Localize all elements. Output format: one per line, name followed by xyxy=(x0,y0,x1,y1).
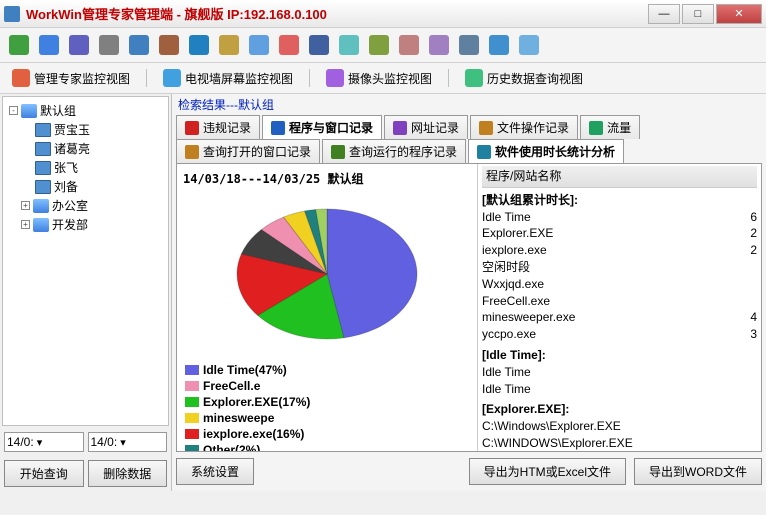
toolbar-icon-11[interactable] xyxy=(336,32,362,58)
toolbar-icon-5[interactable] xyxy=(156,32,182,58)
pie-chart xyxy=(181,189,473,359)
date-to[interactable]: 14/0: ▾ xyxy=(88,432,168,452)
tree-computer[interactable]: 张飞 xyxy=(7,158,164,177)
toolbar-icon-15[interactable] xyxy=(456,32,482,58)
left-panel: -默认组贾宝玉诸葛亮张飞刘备+办公室+开发部 14/0: ▾ 14/0: ▾ 开… xyxy=(0,94,172,491)
toolbar-icon-10[interactable] xyxy=(306,32,332,58)
legend-item: Explorer.EXE(17%) xyxy=(185,395,325,409)
system-settings-button[interactable]: 系统设置 xyxy=(176,458,254,485)
main-toolbar xyxy=(0,28,766,63)
list-row[interactable]: C:\Windows\Explorer.EXE xyxy=(482,418,757,435)
chart-title: 14/03/18---14/03/25 默认组 xyxy=(181,168,473,189)
tree-group[interactable]: +开发部 xyxy=(7,215,164,234)
view-navbar: 管理专家监控视图电视墙屏幕监控视图摄像头监控视图历史数据查询视图 xyxy=(0,63,766,94)
list-row[interactable]: yccpo.exe3 xyxy=(482,326,757,343)
tab-tabs2-1[interactable]: 查询运行的程序记录 xyxy=(322,139,466,163)
tree-root[interactable]: -默认组 xyxy=(7,101,164,120)
list-row[interactable]: minesweeper.exe4 xyxy=(482,309,757,326)
legend-item: FreeCell.e xyxy=(185,379,325,393)
list-section-title: [Explorer.EXE]: xyxy=(482,401,757,418)
bottom-buttons: 系统设置 导出为HTM或Excel文件 导出到WORD文件 xyxy=(172,452,766,491)
legend-item: iexplore.exe(16%) xyxy=(185,427,325,441)
clear-data-button[interactable]: 删除数据 xyxy=(88,460,168,487)
list-row[interactable]: Idle Time6 xyxy=(482,209,757,226)
tabs-row-1: 违规记录程序与窗口记录网址记录文件操作记录流量 xyxy=(172,115,766,139)
list-row[interactable]: iexplore.exe2 xyxy=(482,242,757,259)
tab-tabs1-4[interactable]: 流量 xyxy=(580,115,640,139)
titlebar: WorkWin管理专家管理端 - 旗舰版 IP:192.168.0.100 — … xyxy=(0,0,766,28)
toolbar-icon-1[interactable] xyxy=(36,32,62,58)
right-panel: 检索结果---默认组 违规记录程序与窗口记录网址记录文件操作记录流量 查询打开的… xyxy=(172,94,766,491)
toolbar-icon-4[interactable] xyxy=(126,32,152,58)
list-row[interactable]: FreeCell.exe xyxy=(482,293,757,310)
list-section-title: [默认组累计时长]: xyxy=(482,192,757,209)
toolbar-icon-3[interactable] xyxy=(96,32,122,58)
list-row[interactable]: Idle Time xyxy=(482,381,757,398)
window-title: WorkWin管理专家管理端 - 旗舰版 IP:192.168.0.100 xyxy=(26,4,648,23)
maximize-button[interactable]: □ xyxy=(682,4,714,24)
tab-tabs2-2[interactable]: 软件使用时长统计分析 xyxy=(468,139,624,163)
app-icon xyxy=(4,6,20,22)
list-section-title: [Idle Time]: xyxy=(482,347,757,364)
export-htm-excel-button[interactable]: 导出为HTM或Excel文件 xyxy=(469,458,626,485)
list-row[interactable]: Idle Time xyxy=(482,364,757,381)
tab-tabs1-1[interactable]: 程序与窗口记录 xyxy=(262,115,382,139)
toolbar-icon-12[interactable] xyxy=(366,32,392,58)
toolbar-icon-8[interactable] xyxy=(246,32,272,58)
export-word-button[interactable]: 导出到WORD文件 xyxy=(634,458,762,485)
computer-tree[interactable]: -默认组贾宝玉诸葛亮张飞刘备+办公室+开发部 xyxy=(2,96,169,426)
legend-item: Other(2%) xyxy=(185,443,325,452)
toolbar-icon-16[interactable] xyxy=(486,32,512,58)
nav-item-1[interactable]: 电视墙屏幕监控视图 xyxy=(157,67,299,89)
list-row[interactable]: Wxxjqd.exe xyxy=(482,276,757,293)
chart-area: 14/03/18---14/03/25 默认组 Idle Time(47%) Fr… xyxy=(177,164,477,451)
toolbar-icon-9[interactable] xyxy=(276,32,302,58)
tab-tabs1-0[interactable]: 违规记录 xyxy=(176,115,260,139)
toolbar-icon-2[interactable] xyxy=(66,32,92,58)
tabs-row-2: 查询打开的窗口记录查询运行的程序记录软件使用时长统计分析 xyxy=(172,139,766,163)
tree-computer[interactable]: 贾宝玉 xyxy=(7,120,164,139)
nav-item-3[interactable]: 历史数据查询视图 xyxy=(459,67,589,89)
tab-tabs1-3[interactable]: 文件操作记录 xyxy=(470,115,578,139)
close-button[interactable]: ✕ xyxy=(716,4,762,24)
toolbar-icon-7[interactable] xyxy=(216,32,242,58)
nav-item-2[interactable]: 摄像头监控视图 xyxy=(320,67,438,89)
pie-slice xyxy=(327,209,417,338)
minimize-button[interactable]: — xyxy=(648,4,680,24)
list-row[interactable]: C:\WINDOWS\Explorer.EXE xyxy=(482,435,757,451)
toolbar-icon-17[interactable] xyxy=(516,32,542,58)
nav-item-0[interactable]: 管理专家监控视图 xyxy=(6,67,136,89)
legend-item: minesweepe xyxy=(185,411,325,425)
date-from[interactable]: 14/0: ▾ xyxy=(4,432,84,452)
search-result-header: 检索结果---默认组 xyxy=(172,94,766,115)
tab-tabs1-2[interactable]: 网址记录 xyxy=(384,115,468,139)
toolbar-icon-6[interactable] xyxy=(186,32,212,58)
legend-item: Idle Time(47%) xyxy=(185,363,325,377)
start-query-button[interactable]: 开始查询 xyxy=(4,460,84,487)
list-header: 程序/网站名称 xyxy=(482,166,757,188)
toolbar-icon-13[interactable] xyxy=(396,32,422,58)
program-list[interactable]: 程序/网站名称 [默认组累计时长]:Idle Time6Explorer.EXE2… xyxy=(477,164,761,451)
list-row[interactable]: Explorer.EXE2 xyxy=(482,225,757,242)
tab-tabs2-0[interactable]: 查询打开的窗口记录 xyxy=(176,139,320,163)
tree-group[interactable]: +办公室 xyxy=(7,196,164,215)
toolbar-icon-14[interactable] xyxy=(426,32,452,58)
chart-legend: Idle Time(47%) FreeCell.e Explorer.EXE(17%… xyxy=(181,359,473,452)
tree-computer[interactable]: 刘备 xyxy=(7,177,164,196)
tree-computer[interactable]: 诸葛亮 xyxy=(7,139,164,158)
list-row[interactable]: 空闲时段 xyxy=(482,259,757,276)
toolbar-icon-0[interactable] xyxy=(6,32,32,58)
